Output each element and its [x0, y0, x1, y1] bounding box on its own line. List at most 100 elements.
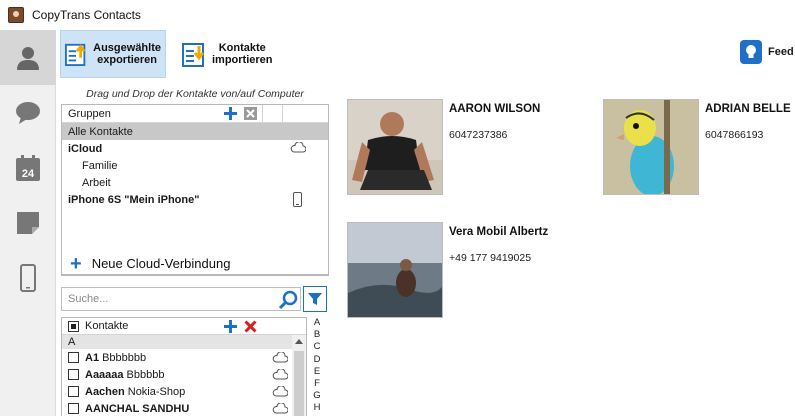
contact-phone: 6047237386: [449, 129, 508, 141]
cloud-icon: [272, 369, 288, 380]
new-cloud-connection-button[interactable]: + Neue Cloud-Verbindung: [61, 252, 329, 276]
export-selected-button[interactable]: Ausgewählte exportieren: [60, 30, 166, 78]
search-input[interactable]: Suche...: [61, 287, 301, 311]
delete-group-icon[interactable]: [244, 107, 257, 120]
group-label: Familie: [82, 159, 118, 172]
alphabet-letter[interactable]: D: [309, 354, 325, 366]
contact-photo: [347, 222, 443, 318]
contact-checkbox[interactable]: [68, 369, 79, 380]
import-contacts-button[interactable]: Kontakte importieren: [178, 30, 288, 78]
contact-photo: [603, 99, 699, 195]
contact-first-name: Nokia-Shop: [127, 385, 186, 398]
cloud-icon: [290, 142, 306, 153]
letter-header: A: [62, 335, 306, 349]
contact-row[interactable]: A1 Bbbbbbb: [62, 349, 306, 366]
search-placeholder: Suche...: [68, 293, 109, 305]
rail-calendar[interactable]: 24: [0, 140, 56, 195]
drag-drop-hint: Drag und Drop der Kontakte von/auf Compu…: [86, 88, 304, 100]
contact-card[interactable]: Vera Mobil Albertz +49 177 9419025: [347, 222, 587, 322]
contact-row[interactable]: AANCHAL SANDHU: [62, 400, 306, 416]
alphabet-letter[interactable]: F: [309, 378, 325, 390]
group-familie[interactable]: Familie: [62, 157, 328, 174]
contact-list-scrollbar[interactable]: [292, 335, 306, 416]
contact-last-name: Aaaaaa: [85, 368, 124, 381]
search-icon[interactable]: [278, 290, 298, 310]
group-label: iPhone 6S "Mein iPhone": [68, 193, 200, 206]
contact-last-name: AANCHAL SANDHU: [85, 402, 190, 415]
contact-name: Vera Mobil Albertz: [449, 226, 549, 238]
contact-checkbox[interactable]: [68, 403, 79, 414]
alphabet-letter[interactable]: G: [309, 390, 325, 402]
rail-messages[interactable]: [0, 85, 56, 140]
contact-card[interactable]: AARON WILSON 6047237386: [347, 99, 587, 199]
toolbar: Ausgewählte exportieren Kontakte importi…: [56, 30, 795, 80]
alphabet-letter[interactable]: C: [309, 341, 325, 353]
group-iphone[interactable]: iPhone 6S "Mein iPhone": [62, 191, 328, 208]
note-icon: [17, 211, 39, 234]
nav-rail: 24: [0, 30, 56, 416]
alphabet-letter[interactable]: E: [309, 366, 325, 378]
alphabet-letter[interactable]: H: [309, 402, 325, 414]
lightbulb-icon: [740, 40, 762, 64]
group-label: Alle Kontakte: [68, 125, 133, 138]
left-pane: Drag und Drop der Kontakte von/auf Compu…: [56, 80, 334, 416]
new-cloud-label: Neue Cloud-Verbindung: [91, 256, 231, 271]
contact-name: ADRIAN BELLE: [705, 103, 791, 115]
contact-last-name: Aachen: [85, 385, 125, 398]
group-label: iCloud: [68, 142, 103, 155]
plus-icon: +: [70, 252, 82, 275]
export-icon: [65, 43, 86, 66]
letter-label: A: [68, 336, 76, 348]
cloud-icon: [272, 386, 288, 397]
add-contact-icon[interactable]: [224, 320, 237, 333]
contact-phone: +49 177 9419025: [449, 252, 532, 264]
import-contacts-label: Kontakte importieren: [212, 42, 273, 66]
calendar-day: 24: [22, 168, 35, 180]
select-all-checkbox[interactable]: [68, 320, 79, 332]
phone-icon: [20, 263, 36, 292]
alphabet-index: A B C D E F G H: [309, 317, 325, 415]
contact-last-name: A1: [85, 351, 100, 364]
filter-icon: [308, 293, 322, 305]
alphabet-letter[interactable]: A: [309, 317, 325, 329]
cloud-icon: [272, 352, 288, 363]
groups-header-label: Gruppen: [68, 107, 111, 120]
contact-photo: [347, 99, 443, 195]
contacts-header-label: Kontakte: [85, 320, 129, 332]
filter-button[interactable]: [303, 286, 327, 312]
scroll-thumb[interactable]: [294, 351, 304, 416]
contact-card[interactable]: ADRIAN BELLE 6047866193: [603, 99, 795, 199]
group-arbeit[interactable]: Arbeit: [62, 174, 328, 191]
alphabet-letter[interactable]: B: [309, 329, 325, 341]
export-selected-label: Ausgewählte exportieren: [93, 42, 161, 66]
group-all-contacts[interactable]: Alle Kontakte: [62, 123, 328, 140]
rail-contacts[interactable]: [0, 30, 56, 85]
rail-notes[interactable]: [0, 195, 56, 250]
contacts-header: Kontakte: [62, 318, 306, 335]
groups-header: Gruppen: [62, 105, 328, 123]
person-icon: [17, 46, 39, 70]
add-group-icon[interactable]: [224, 107, 237, 120]
groups-panel: Gruppen Alle Kontakte iCloud Familie Arb…: [61, 104, 329, 275]
contact-phone: 6047866193: [705, 129, 764, 141]
phone-icon: [293, 192, 302, 207]
feedback-label: Feed: [768, 46, 794, 58]
contact-checkbox[interactable]: [68, 352, 79, 363]
contact-row[interactable]: Aachen Nokia-Shop: [62, 383, 306, 400]
app-icon: [8, 7, 24, 23]
contact-list: Kontakte A A1 Bbbbbbb Aaaaaa Bbbbbb Aach…: [61, 317, 307, 416]
delete-contact-icon[interactable]: [244, 320, 257, 333]
chat-bubble-icon: [16, 101, 40, 124]
contact-name: AARON WILSON: [449, 103, 541, 115]
feedback-button[interactable]: Feed: [740, 40, 794, 64]
contact-row[interactable]: Aaaaaa Bbbbbb: [62, 366, 306, 383]
contact-first-name: Bbbbbb: [126, 368, 165, 381]
group-icloud[interactable]: iCloud: [62, 140, 328, 157]
rail-device[interactable]: [0, 250, 56, 305]
contact-checkbox[interactable]: [68, 386, 79, 397]
cloud-icon: [272, 403, 288, 414]
calendar-icon: 24: [16, 154, 40, 181]
contact-first-name: Bbbbbbb: [102, 351, 147, 364]
scroll-up-icon[interactable]: [295, 339, 303, 344]
title-bar: CopyTrans Contacts: [0, 0, 795, 30]
